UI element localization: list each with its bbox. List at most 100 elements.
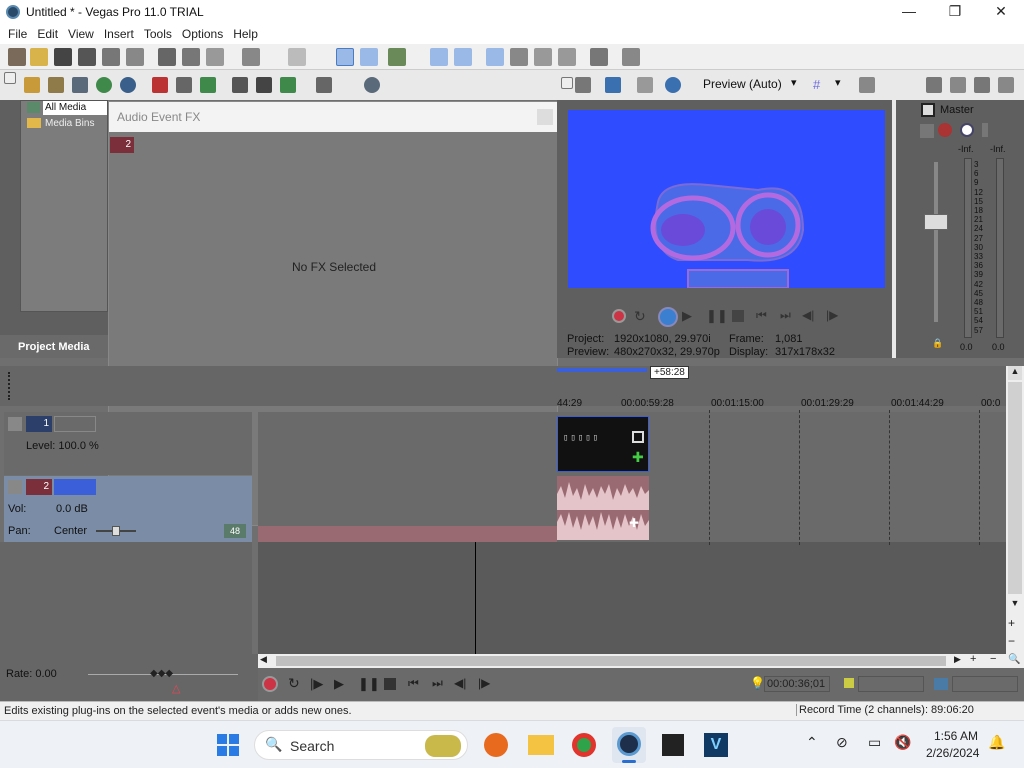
track-header-audio[interactable]: 2 Vol: 0.0 dB Pan: Center 48 [4, 476, 252, 542]
paste-icon[interactable] [206, 48, 224, 66]
play-from-start-icon[interactable] [658, 307, 678, 327]
media-fx-icon[interactable] [200, 77, 216, 93]
scroll-thumb[interactable] [1008, 382, 1022, 594]
loop-icon[interactable]: ↻ [634, 308, 646, 325]
record-icon[interactable] [612, 309, 626, 323]
redo-icon[interactable] [288, 48, 306, 66]
ignore-grouping-icon[interactable] [510, 48, 528, 66]
vol-value[interactable]: 0.0 dB [56, 503, 88, 515]
scroll-right-icon[interactable]: ▶ [954, 654, 961, 665]
chevron-down-icon[interactable]: ▾ [791, 76, 797, 89]
go-to-start-icon[interactable]: ⏮ [756, 308, 767, 323]
scroll-thumb[interactable] [276, 656, 946, 666]
go-to-start-icon[interactable]: ⏮ [408, 676, 419, 691]
bus-fx-icon[interactable] [938, 123, 952, 137]
zoom-in-icon[interactable]: + [970, 653, 976, 665]
scroll-down-icon[interactable]: ▼ [1008, 598, 1022, 612]
video-app-icon[interactable] [662, 734, 684, 756]
split-screen-icon[interactable] [637, 77, 653, 93]
track-header-video[interactable]: 1 Level: 100.0 % [4, 412, 252, 475]
project-properties-icon[interactable] [590, 48, 608, 66]
loop-region-bar[interactable] [557, 368, 647, 372]
insert-fx-icon[interactable] [920, 124, 934, 138]
stop-icon[interactable] [384, 678, 396, 690]
track-name-field[interactable] [54, 416, 96, 432]
audio-event[interactable]: ✚ [557, 476, 649, 540]
pan-slider-handle[interactable] [112, 526, 120, 536]
close-pane-icon[interactable] [561, 77, 573, 89]
downmix-icon[interactable] [950, 77, 966, 93]
overlays-icon[interactable]: # [813, 77, 820, 92]
audio-event-left[interactable] [258, 526, 557, 542]
capture-video-icon[interactable] [48, 77, 64, 93]
save-icon[interactable] [54, 48, 72, 66]
get-media-from-web-icon[interactable] [72, 77, 88, 93]
zoom-in-icon[interactable]: + [1008, 616, 1015, 630]
previous-frame-icon[interactable]: ◀| [454, 676, 466, 690]
record-icon[interactable] [262, 676, 278, 692]
menu-insert[interactable]: Insert [100, 27, 138, 41]
cursor-time-field[interactable]: 00:00:36;01 [764, 676, 830, 692]
expand-track-icon[interactable] [8, 480, 22, 494]
media-properties-icon[interactable] [176, 77, 192, 93]
menu-view[interactable]: View [64, 27, 98, 41]
save-as-icon[interactable] [78, 48, 96, 66]
lock-envelopes-icon[interactable] [486, 48, 504, 66]
playhead-cursor[interactable] [475, 526, 476, 654]
network-icon[interactable]: ⊘ [836, 734, 848, 751]
play-from-start-icon[interactable]: |▶ [310, 676, 323, 692]
menu-tools[interactable]: Tools [140, 27, 176, 41]
zoom-out-icon[interactable]: − [1008, 634, 1015, 648]
normal-edit-tool-icon[interactable] [336, 48, 354, 66]
snapping-icon[interactable] [388, 48, 406, 66]
scroll-left-icon[interactable]: ◀ [260, 654, 267, 665]
menu-file[interactable]: File [4, 27, 31, 41]
firefox-icon[interactable] [484, 733, 508, 757]
horizontal-scrollbar[interactable]: ◀ ▶ + − 🔍 [258, 653, 1024, 668]
chevron-down-icon[interactable]: ▾ [835, 76, 841, 89]
search-icon[interactable] [364, 77, 380, 93]
clock-time[interactable]: 1:56 AM [934, 729, 978, 743]
file-explorer-icon[interactable] [528, 735, 554, 755]
auto-crossfade-icon[interactable] [430, 48, 448, 66]
next-frame-icon[interactable]: |▶ [826, 308, 838, 322]
copy-snapshot-icon[interactable] [859, 77, 875, 93]
previous-frame-icon[interactable]: ◀| [802, 308, 814, 322]
chrome-icon[interactable] [572, 733, 596, 757]
zoom-tool-icon[interactable] [558, 48, 576, 66]
views-icon[interactable] [316, 77, 332, 93]
copy-icon[interactable] [182, 48, 200, 66]
vertical-scrollbar[interactable]: ▲ ▼ + − [1006, 366, 1024, 654]
get-photo-icon[interactable] [96, 77, 112, 93]
lock-icon[interactable]: 🔒 [932, 338, 943, 349]
undo-icon[interactable] [242, 48, 260, 66]
dialog-close-button[interactable] [537, 109, 553, 125]
rate-slider-handle[interactable]: ◆◆◆ [150, 668, 173, 679]
pan-value[interactable]: Center [54, 525, 87, 537]
bus-properties-icon[interactable] [926, 77, 942, 93]
display-icon[interactable]: ▭ [868, 734, 881, 751]
properties-icon[interactable] [126, 48, 144, 66]
loop-icon[interactable]: ↻ [288, 675, 300, 692]
pause-icon[interactable]: ❚❚ [706, 308, 728, 324]
minimize-button[interactable]: — [886, 0, 932, 24]
preview-properties-icon[interactable] [575, 77, 591, 93]
video-event[interactable]: ▯▯▯▯▯ ✚ [557, 416, 649, 472]
vegas-v-icon[interactable]: V [704, 733, 728, 757]
render-as-icon[interactable] [102, 48, 120, 66]
import-media-icon[interactable] [24, 77, 40, 93]
stop-preview-icon[interactable] [256, 77, 272, 93]
clock-date[interactable]: 2/26/2024 [926, 746, 979, 760]
vegas-taskbar-button[interactable] [612, 727, 646, 763]
selection-tool-icon[interactable] [534, 48, 552, 66]
close-button[interactable]: ✕ [978, 0, 1024, 24]
expand-track-icon[interactable] [8, 417, 22, 431]
remove-media-icon[interactable] [152, 77, 168, 93]
zoom-tool-icon[interactable]: 🔍 [1008, 654, 1020, 665]
scroll-up-icon[interactable]: ▲ [1008, 366, 1022, 380]
zoom-out-icon[interactable]: − [990, 653, 996, 665]
external-monitor-icon[interactable] [605, 77, 621, 93]
go-to-end-icon[interactable]: ⏭ [780, 308, 791, 323]
close-pane-icon[interactable] [4, 72, 16, 84]
tab-project-media[interactable]: Project Media [0, 335, 108, 358]
